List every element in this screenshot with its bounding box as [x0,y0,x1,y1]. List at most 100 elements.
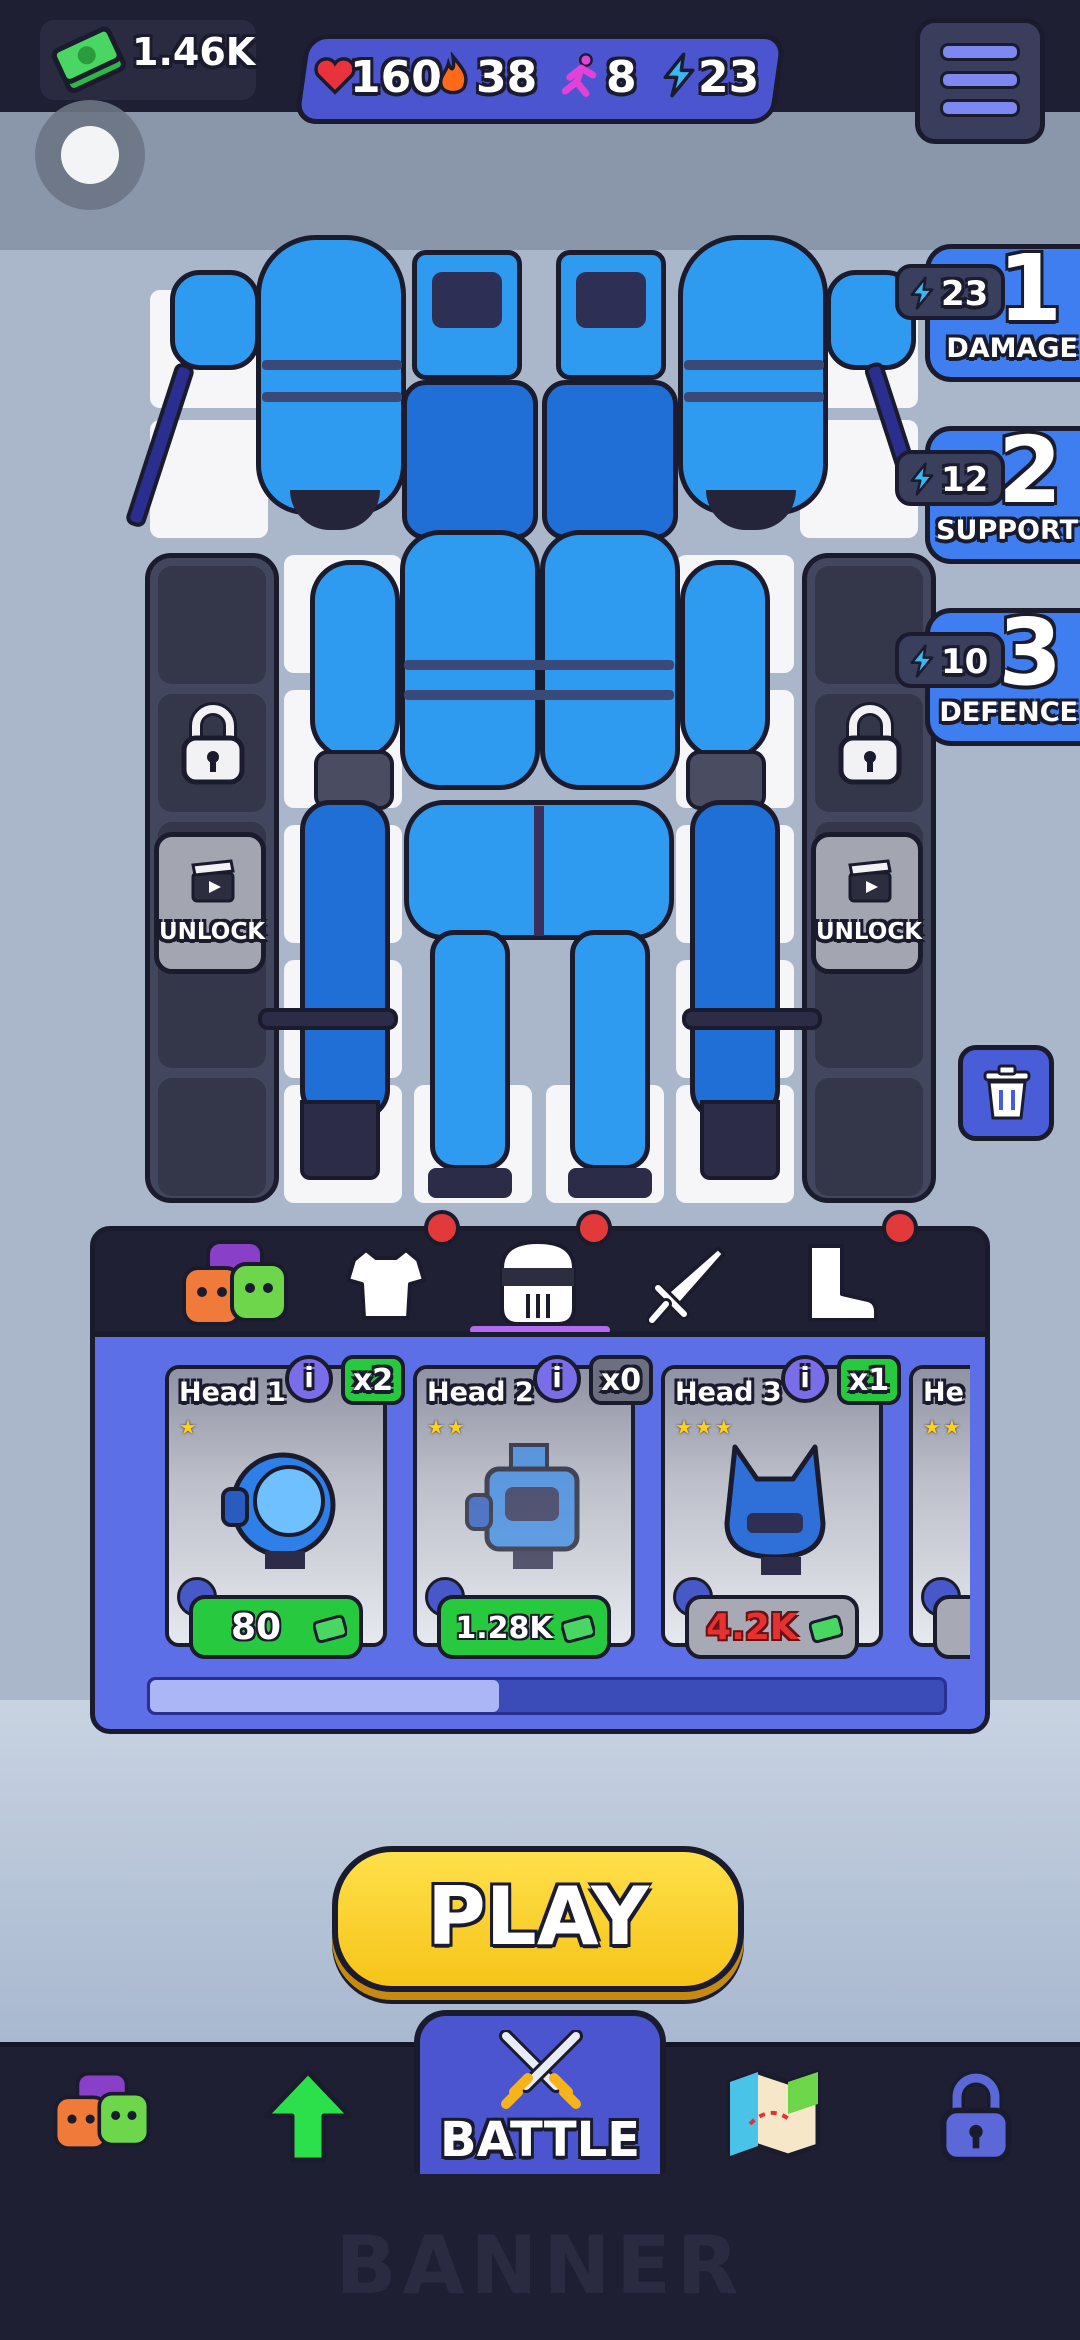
category-label: SUPPORT [936,515,1078,546]
category-label: DEFENCE [939,697,1078,728]
trash-button[interactable] [958,1045,1054,1141]
category-label: DAMAGE [946,333,1078,364]
cash-stack-icon [51,26,126,93]
boot-icon [808,1244,878,1322]
lightning-icon [910,462,934,496]
category-number: 3 [997,599,1062,706]
card-stars: ★★ [923,1415,963,1439]
category-number: 1 [997,235,1062,342]
info-button[interactable]: i [781,1355,829,1403]
cost-value: 12 [941,460,989,500]
lock-icon[interactable] [934,2068,1018,2164]
upgrade-arrow-icon[interactable] [258,2066,358,2166]
play-button[interactable]: PLAY [332,1846,744,1992]
banner-placeholder: BANNER [335,2219,745,2312]
buy-button[interactable]: 1.28K [437,1595,611,1659]
sword-icon [646,1246,726,1326]
parts-cards-panel: Head 1 ★ i x2 80 Head 2 ★★ i x0 1.28K He… [90,1332,990,1734]
speed-value: 8 [606,52,637,103]
crew-icon[interactable] [52,2060,152,2160]
running-man-icon [561,53,597,97]
robot-foot [428,1168,512,1198]
scrollbar-thumb[interactable] [150,1680,500,1712]
robot-leg-left [430,930,510,1170]
left-arm [310,560,400,760]
count-label: x1 [848,1363,890,1398]
cash-icon [313,1614,347,1643]
unlock-slot-button-left[interactable]: UNLOCK [154,832,266,974]
cards-scrollbar[interactable] [147,1677,947,1715]
menu-bar [940,71,1020,89]
slot-cell [815,1078,923,1196]
price-value: 80 [230,1607,282,1648]
menu-button[interactable] [915,18,1045,144]
unlock-slot-button-right[interactable]: UNLOCK [811,832,923,974]
eared-helmet-head-icon [724,1444,826,1575]
info-label: i [800,1361,810,1394]
lightning-icon [910,276,934,310]
armor-stripe [684,360,824,370]
defence-cost: 10 [895,632,1005,688]
lightning-icon [910,644,934,678]
cost-value: 10 [941,642,989,682]
right-arm [680,560,770,760]
notification-dot [424,1210,460,1246]
card-stars: ★★ [427,1415,467,1439]
notification-dot [882,1210,918,1246]
price-value: 4.2K [706,1607,798,1648]
cash-value: 1.46K [132,30,256,74]
armor-stripe [262,392,402,402]
ad-banner-area: BANNER [0,2174,1080,2340]
card-name: Head 2 [427,1377,534,1408]
crew-icon [182,1240,288,1326]
robot-foot [568,1168,652,1198]
buy-button[interactable]: 4.2K [685,1595,859,1659]
card-stars: ★ [179,1415,199,1439]
buy-button[interactable]: 80 [189,1595,363,1659]
visor [432,272,502,328]
box-robot-head-icon [465,1443,580,1569]
unlock-label: UNLOCK [159,919,266,945]
gun-handle [682,1008,822,1030]
info-button[interactable]: i [533,1355,581,1403]
round-helmet-head-icon [221,1452,336,1569]
left-gatling-gun [300,800,390,1120]
health-value: 160 [350,52,442,103]
map-icon[interactable] [724,2064,824,2164]
weapon-tab[interactable] [614,1228,764,1336]
slot-cell [158,566,266,684]
energy-value: 23 [698,52,760,103]
lightning-icon [663,52,695,98]
battle-swords-icon [499,2030,583,2109]
armor-stripe [404,660,674,670]
joystick-indicator[interactable] [35,100,145,210]
gun-barrels [300,1100,380,1180]
clapperboard-icon [191,859,235,903]
clapperboard-icon [848,859,892,903]
padlock-icon [181,702,245,785]
armor-stripe [684,392,824,402]
hip-seam [534,806,544,936]
crew-tab[interactable] [160,1228,310,1336]
armor-stripe [404,690,674,700]
battle-label: BATTLE [440,2112,640,2168]
armor-icon [346,1248,426,1320]
play-label: PLAY [427,1870,649,1963]
left-shoulder-cannon [256,235,406,515]
info-label: i [304,1361,314,1394]
menu-bar [940,99,1020,117]
card-name: Head 3 [675,1377,782,1408]
menu-bar [940,43,1020,61]
notification-dot [576,1210,612,1246]
robot-chest-right [542,380,678,540]
armor-stripe [262,360,402,370]
info-button[interactable]: i [285,1355,333,1403]
fire-icon [438,52,468,95]
padlock-icon [838,702,902,785]
trash-icon [983,1064,1031,1120]
visor [576,272,646,328]
cash-icon [809,1614,843,1643]
support-cost: 12 [895,450,1005,506]
left-upper-arm [170,270,260,370]
battle-tab[interactable]: BATTLE [414,2010,666,2174]
